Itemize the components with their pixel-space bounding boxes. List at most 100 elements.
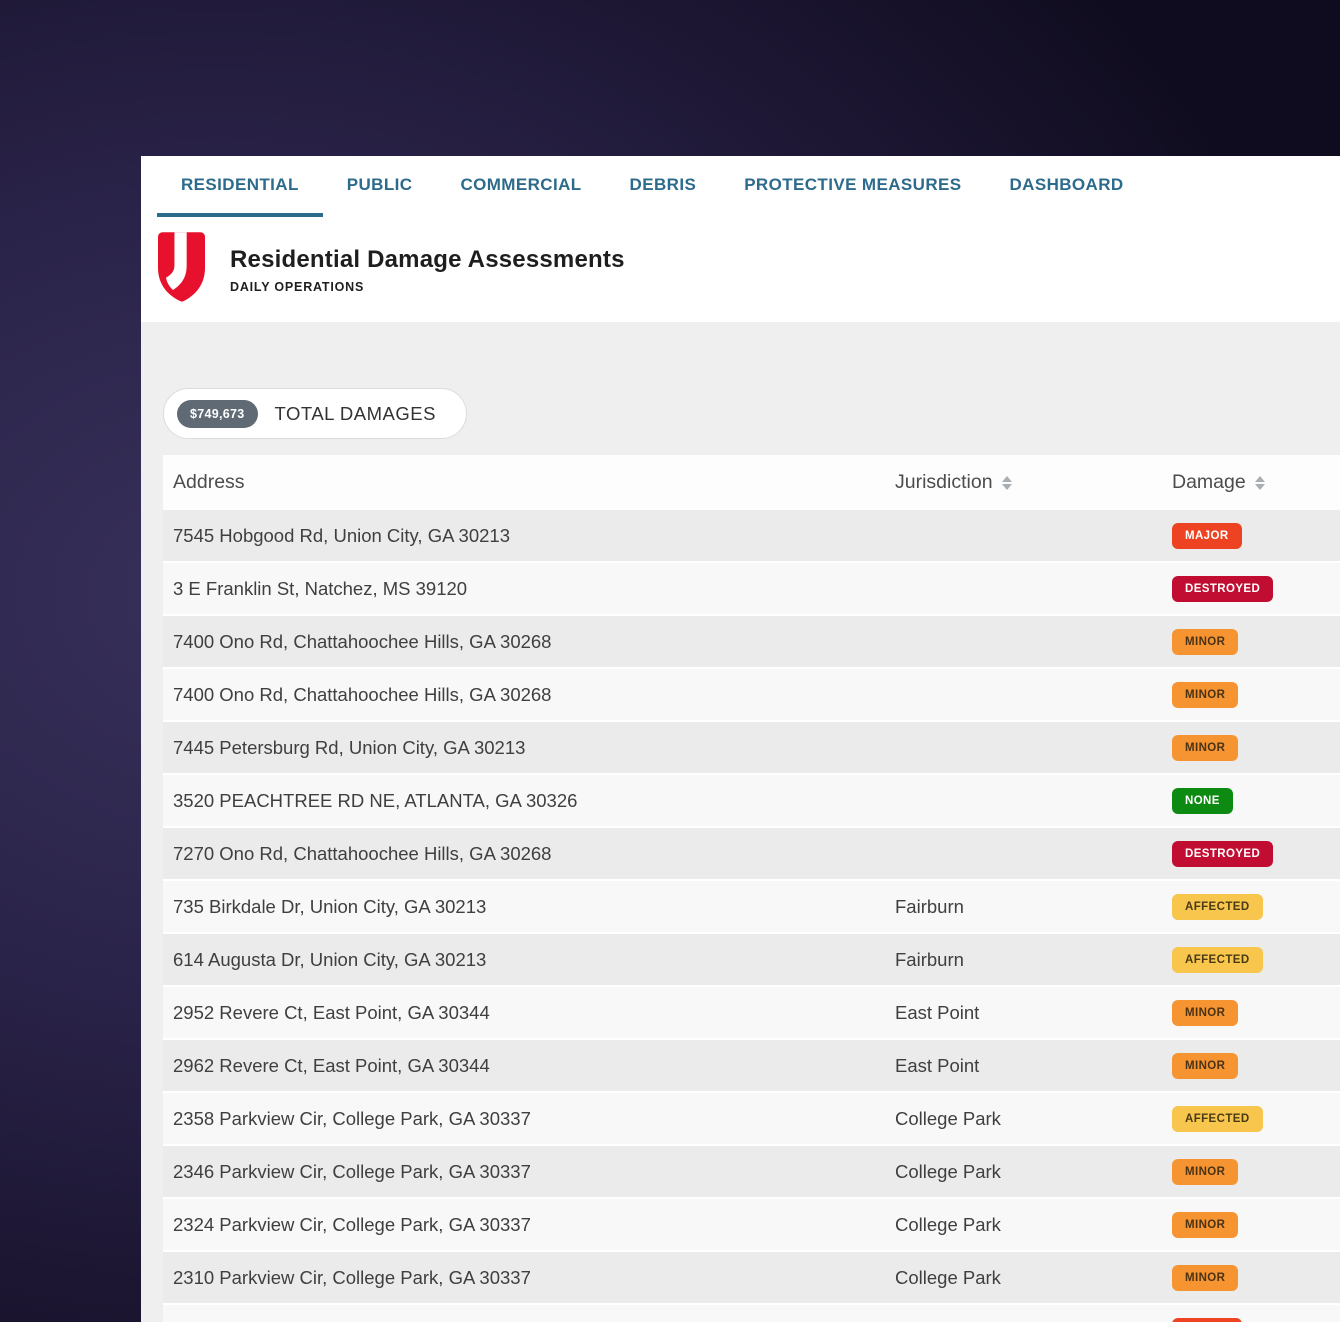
nav-tab-label: DASHBOARD <box>1009 174 1124 194</box>
table-row[interactable]: 7400 Ono Rd, Chattahoochee Hills, GA 302… <box>163 616 1340 669</box>
address-cell: 7400 Ono Rd, Chattahoochee Hills, GA 302… <box>173 630 552 652</box>
damage-cell: MAJOR <box>1172 1317 1340 1322</box>
damage-cell: AFFECTED <box>1172 946 1340 973</box>
damage-badge: MINOR <box>1172 735 1239 761</box>
nav-tab-label: PUBLIC <box>346 174 413 194</box>
jurisdiction-cell: College Park <box>895 1213 1001 1235</box>
address-cell: 7400 Ono Rd, Chattahoochee Hills, GA 302… <box>173 683 552 705</box>
damage-cell: MINOR <box>1172 999 1340 1026</box>
sort-icon[interactable] <box>1254 475 1265 490</box>
damage-cell: AFFECTED <box>1172 1105 1340 1132</box>
table-row[interactable]: 3520 PEACHTREE RD NE, ATLANTA, GA 30326 … <box>163 775 1340 828</box>
address-cell: 7545 Hobgood Rd, Union City, GA 30213 <box>173 524 510 546</box>
damage-badge: MINOR <box>1172 1000 1239 1026</box>
table-row[interactable]: 2300 Parkview Cir, College Park, GA 3033… <box>163 1305 1340 1322</box>
table-row[interactable]: 7545 Hobgood Rd, Union City, GA 30213 MA… <box>163 510 1340 563</box>
nav-tab-protective-measures[interactable]: PROTECTIVE MEASURES <box>720 156 985 217</box>
nav-tab-dashboard[interactable]: DASHBOARD <box>985 156 1147 217</box>
damage-badge: MINOR <box>1172 1053 1239 1079</box>
damage-cell: MAJOR <box>1172 522 1340 549</box>
table-body: 7545 Hobgood Rd, Union City, GA 30213 MA… <box>163 510 1340 1322</box>
address-cell: 2358 Parkview Cir, College Park, GA 3033… <box>173 1107 531 1129</box>
jurisdiction-cell: College Park <box>895 1107 1001 1129</box>
column-header-jurisdiction[interactable]: Jurisdiction <box>895 471 1172 494</box>
address-cell: 2952 Revere Ct, East Point, GA 30344 <box>173 1001 490 1023</box>
table-row[interactable]: 7270 Ono Rd, Chattahoochee Hills, GA 302… <box>163 828 1340 881</box>
damage-badge: AFFECTED <box>1172 894 1263 920</box>
damage-badge: MAJOR <box>1172 1318 1242 1322</box>
damage-badge: MINOR <box>1172 682 1239 708</box>
damage-cell: MINOR <box>1172 1158 1340 1185</box>
address-cell: 2962 Revere Ct, East Point, GA 30344 <box>173 1054 490 1076</box>
table-row[interactable]: 614 Augusta Dr, Union City, GA 30213 Fai… <box>163 934 1340 987</box>
damage-cell: DESTROYED <box>1172 575 1340 602</box>
table-row[interactable]: 735 Birkdale Dr, Union City, GA 30213 Fa… <box>163 881 1340 934</box>
damage-badge: NONE <box>1172 788 1233 814</box>
column-header-label: Jurisdiction <box>895 471 993 493</box>
address-cell: 3 E Franklin St, Natchez, MS 39120 <box>173 577 468 599</box>
nav-tab-label: PROTECTIVE MEASURES <box>744 174 962 194</box>
address-cell: 2346 Parkview Cir, College Park, GA 3033… <box>173 1160 531 1182</box>
damage-cell: MINOR <box>1172 1264 1340 1291</box>
damage-cell: MINOR <box>1172 1211 1340 1238</box>
table-row[interactable]: 3 E Franklin St, Natchez, MS 39120 DESTR… <box>163 563 1340 616</box>
nav-tab-debris[interactable]: DEBRIS <box>606 156 721 217</box>
total-damages-label: TOTAL DAMAGES <box>274 402 436 424</box>
column-header-label: Damage <box>1172 471 1246 493</box>
damage-badge: MINOR <box>1172 1212 1239 1238</box>
top-nav: RESIDENTIAL PUBLIC COMMERCIAL DEBRIS PRO… <box>141 156 1340 217</box>
damage-badge: AFFECTED <box>1172 1106 1263 1132</box>
jurisdiction-cell: College Park <box>895 1160 1001 1182</box>
damage-badge: DESTROYED <box>1172 576 1274 602</box>
nav-tab-public[interactable]: PUBLIC <box>323 156 437 217</box>
table-row[interactable]: 7400 Ono Rd, Chattahoochee Hills, GA 302… <box>163 669 1340 722</box>
damage-cell: NONE <box>1172 787 1340 814</box>
table-row[interactable]: 2346 Parkview Cir, College Park, GA 3033… <box>163 1146 1340 1199</box>
table-row[interactable]: 2952 Revere Ct, East Point, GA 30344 Eas… <box>163 987 1340 1040</box>
jurisdiction-cell: East Point <box>895 1054 980 1076</box>
juvare-shield-icon <box>158 232 205 307</box>
damage-assessments-table: Address Jurisdiction Damage 7545 Hobgood… <box>163 455 1340 1322</box>
address-cell: 3520 PEACHTREE RD NE, ATLANTA, GA 30326 <box>173 789 578 811</box>
nav-tab-commercial[interactable]: COMMERCIAL <box>436 156 605 217</box>
damage-cell: AFFECTED <box>1172 893 1340 920</box>
table-row[interactable]: 2310 Parkview Cir, College Park, GA 3033… <box>163 1252 1340 1305</box>
table-row[interactable]: 2962 Revere Ct, East Point, GA 30344 Eas… <box>163 1040 1340 1093</box>
table-row[interactable]: 2358 Parkview Cir, College Park, GA 3033… <box>163 1093 1340 1146</box>
address-cell: 614 Augusta Dr, Union City, GA 30213 <box>173 948 487 970</box>
page-subtitle: DAILY OPERATIONS <box>230 279 365 294</box>
damage-badge: MINOR <box>1172 1265 1239 1291</box>
nav-tab-label: RESIDENTIAL <box>181 174 299 194</box>
table-row[interactable]: 2324 Parkview Cir, College Park, GA 3033… <box>163 1199 1340 1252</box>
jurisdiction-cell: Fairburn <box>895 895 964 917</box>
nav-tab-residential[interactable]: RESIDENTIAL <box>157 156 323 217</box>
total-damages-amount-badge: $749,673 <box>177 399 258 428</box>
app-panel: RESIDENTIAL PUBLIC COMMERCIAL DEBRIS PRO… <box>141 156 1340 1322</box>
damage-badge: MAJOR <box>1172 523 1242 549</box>
address-cell: 2310 Parkview Cir, College Park, GA 3033… <box>173 1266 531 1288</box>
content-area: $749,673 TOTAL DAMAGES Address Jurisdict… <box>141 322 1340 1322</box>
table-header-row: Address Jurisdiction Damage <box>163 455 1340 510</box>
page-header: Residential Damage Assessments DAILY OPE… <box>141 217 1340 322</box>
damage-badge: MINOR <box>1172 1159 1239 1185</box>
nav-tab-label: COMMERCIAL <box>460 174 582 194</box>
jurisdiction-cell: East Point <box>895 1001 980 1023</box>
jurisdiction-cell: College Park <box>895 1266 1001 1288</box>
damage-badge: MINOR <box>1172 629 1239 655</box>
address-cell: 7270 Ono Rd, Chattahoochee Hills, GA 302… <box>173 842 552 864</box>
damage-cell: DESTROYED <box>1172 840 1340 867</box>
address-cell: 735 Birkdale Dr, Union City, GA 30213 <box>173 895 487 917</box>
address-cell: 7445 Petersburg Rd, Union City, GA 30213 <box>173 736 526 758</box>
column-header-damage[interactable]: Damage <box>1172 471 1340 494</box>
damage-cell: MINOR <box>1172 628 1340 655</box>
jurisdiction-cell: Fairburn <box>895 948 964 970</box>
damage-cell: MINOR <box>1172 681 1340 708</box>
nav-tab-label: DEBRIS <box>629 174 697 194</box>
column-header-address: Address <box>163 471 895 494</box>
address-cell: 2324 Parkview Cir, College Park, GA 3033… <box>173 1213 531 1235</box>
column-header-label: Address <box>173 471 245 493</box>
table-row[interactable]: 7445 Petersburg Rd, Union City, GA 30213… <box>163 722 1340 775</box>
damage-badge: DESTROYED <box>1172 841 1274 867</box>
sort-icon[interactable] <box>1001 475 1012 490</box>
damage-badge: AFFECTED <box>1172 947 1263 973</box>
